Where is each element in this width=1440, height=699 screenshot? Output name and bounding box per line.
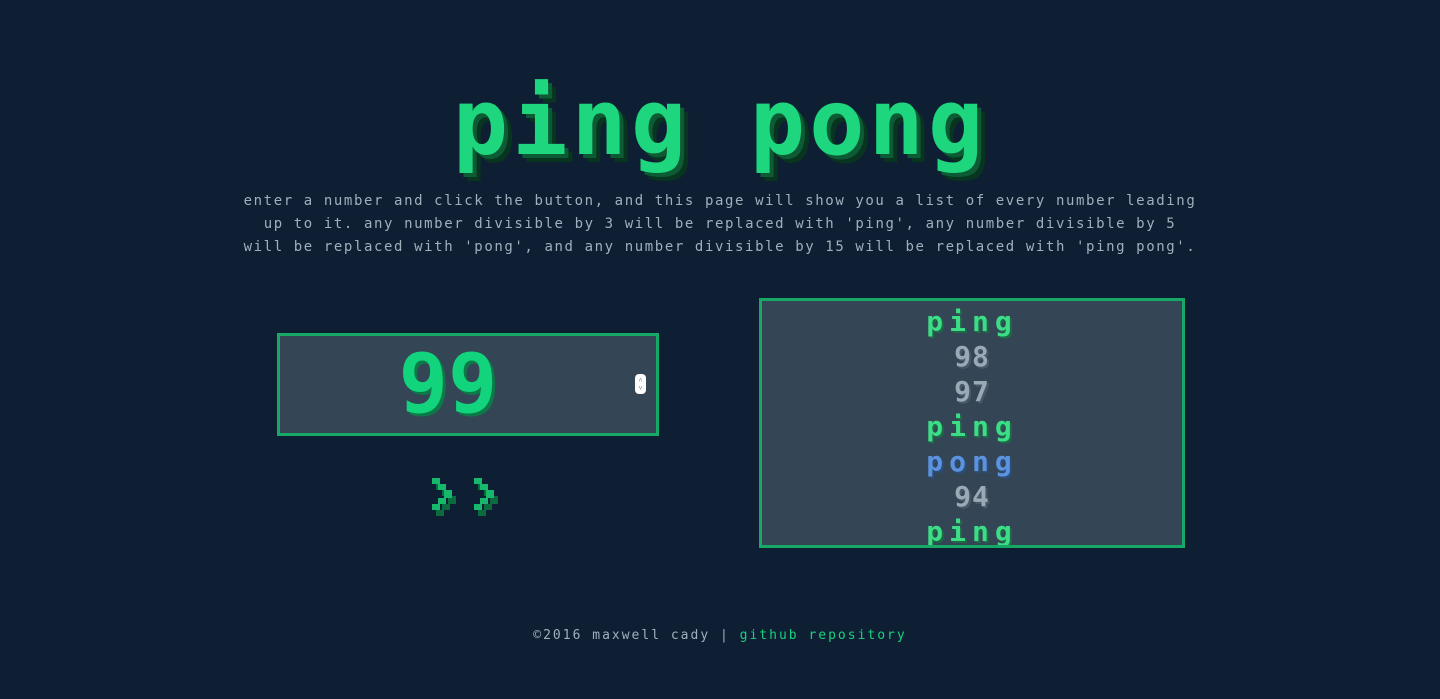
result-item: ping	[926, 305, 1018, 338]
number-spinner[interactable]: ˄ ˅	[635, 374, 646, 394]
github-repository-link[interactable]: github repository	[740, 628, 907, 643]
results-list: ping 98 97 ping pong 94 ping	[762, 301, 1182, 548]
page-title: ping pong	[452, 69, 988, 176]
instructions-text: enter a number and click the button, and…	[243, 193, 1197, 255]
result-item: 97	[954, 375, 990, 408]
spinner-up-icon[interactable]: ˄	[639, 376, 643, 384]
copyright-text: ©2016 maxwell cady	[533, 628, 711, 643]
spinner-down-icon[interactable]: ˅	[639, 384, 643, 392]
result-item: 98	[954, 340, 990, 373]
number-input[interactable]: 99 ˄ ˅	[277, 333, 659, 436]
result-item: ping	[926, 515, 1018, 548]
result-item: ping	[926, 410, 1018, 443]
number-input-value[interactable]: 99	[280, 336, 656, 433]
footer-separator: |	[710, 628, 740, 643]
submit-button[interactable]	[426, 474, 510, 522]
results-panel[interactable]: ping 98 97 ping pong 94 ping	[759, 298, 1185, 548]
double-chevron-right-icon	[432, 478, 498, 516]
result-item: pong	[926, 445, 1018, 478]
result-item: 94	[954, 480, 990, 513]
footer: ©2016 maxwell cady | github repository	[0, 628, 1440, 643]
